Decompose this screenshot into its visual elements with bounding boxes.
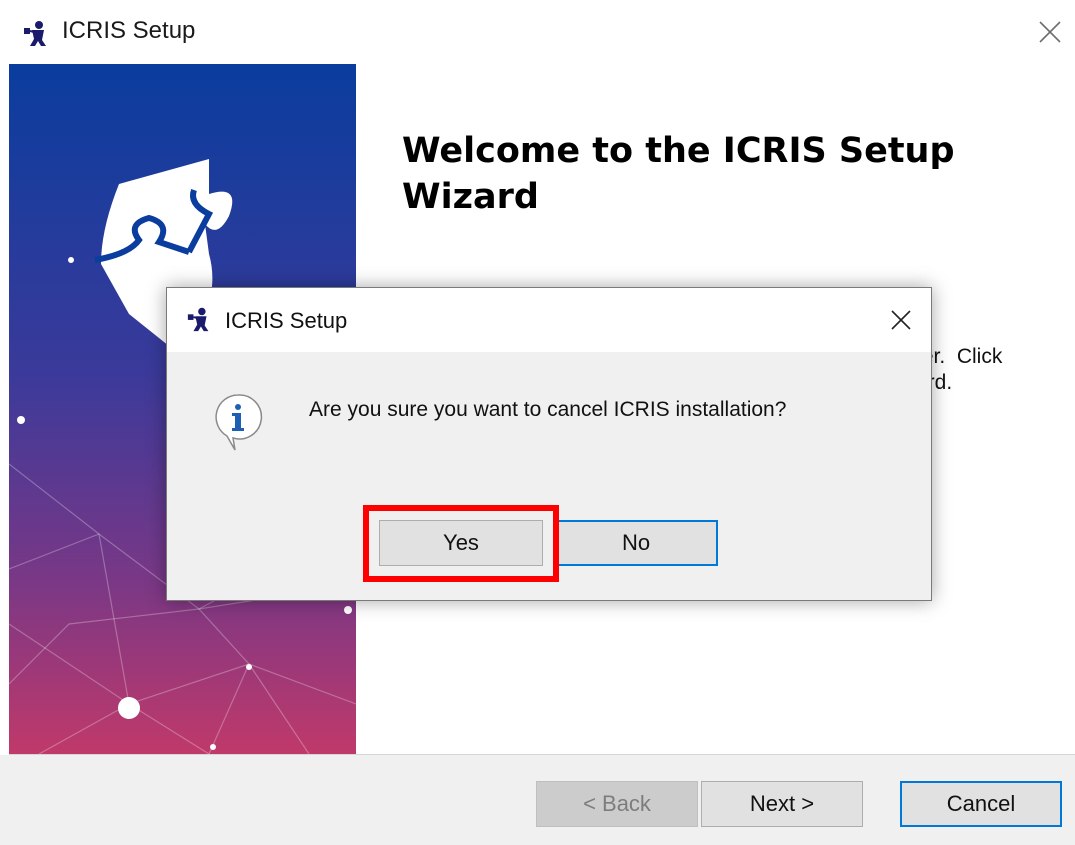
cancel-confirm-dialog: ICRIS Setup Are you sure you want to can… — [166, 287, 932, 601]
title-bar: ICRIS Setup — [0, 0, 1075, 64]
cancel-button[interactable]: Cancel — [900, 781, 1062, 827]
dialog-title-bar: ICRIS Setup — [167, 288, 931, 352]
no-button[interactable]: No — [554, 520, 718, 566]
installer-window: ICRIS Setup Welcome to the ICRIS Setup W… — [0, 0, 1075, 845]
dialog-close-button[interactable] — [883, 302, 919, 338]
window-title: ICRIS Setup — [62, 17, 196, 44]
yes-button-highlight — [363, 505, 559, 582]
back-button[interactable]: < Back — [536, 781, 698, 827]
dialog-message: Are you sure you want to cancel ICRIS in… — [309, 398, 787, 421]
close-icon — [891, 310, 911, 330]
icris-app-icon — [186, 305, 214, 333]
close-icon — [1039, 21, 1061, 43]
info-icon — [213, 392, 263, 454]
welcome-heading: Welcome to the ICRIS Setup Wizard — [402, 131, 955, 217]
next-button[interactable]: Next > — [701, 781, 863, 827]
icris-app-icon — [22, 18, 52, 48]
window-close-button[interactable] — [1030, 12, 1070, 52]
dialog-title: ICRIS Setup — [225, 308, 348, 333]
